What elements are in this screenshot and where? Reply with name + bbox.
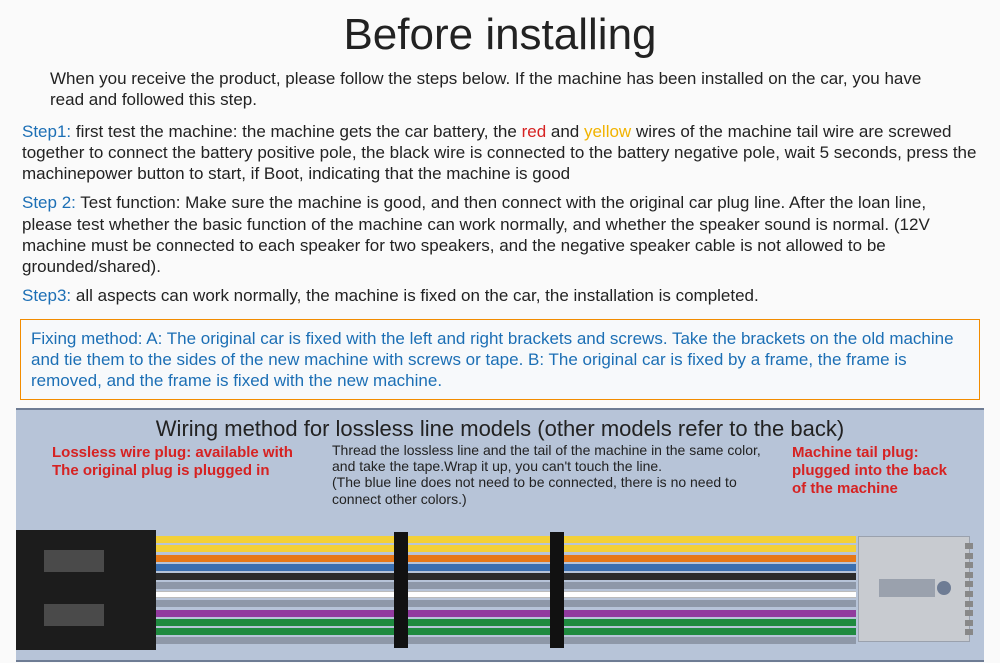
wire-line — [156, 637, 856, 644]
wire-line — [156, 591, 856, 598]
wire-line — [156, 600, 856, 607]
fixing-method-box: Fixing method: A: The original car is fi… — [20, 319, 980, 401]
wire-line — [156, 536, 856, 543]
step-3-label: Step3: — [22, 286, 71, 305]
step-3-text: all aspects can work normally, the machi… — [71, 286, 759, 305]
pin-icon — [965, 610, 973, 616]
pin-icon — [965, 553, 973, 559]
pin-icon — [965, 543, 973, 549]
step-1-text-a: first test the machine: the machine gets… — [71, 122, 521, 141]
wire-line — [156, 545, 856, 552]
step-2-label: Step 2: — [22, 193, 76, 212]
plug-slot-icon — [44, 604, 104, 626]
wiring-title: Wiring method for lossless line models (… — [16, 414, 984, 442]
tape-band-icon — [550, 532, 564, 648]
wire-line — [156, 573, 856, 580]
pin-icon — [965, 591, 973, 597]
plug-left-icon — [16, 530, 156, 650]
step-2-text: Test function: Make sure the machine is … — [22, 193, 930, 276]
intro-text: When you receive the product, please fol… — [0, 64, 1000, 119]
wire-line — [156, 628, 856, 635]
fixing-method-text: Fixing method: A: The original car is fi… — [31, 329, 954, 391]
plug-pins — [965, 541, 971, 637]
wiring-label-right: Machine tail plug: plugged into the back… — [792, 444, 964, 498]
plug-right-icon — [858, 536, 970, 642]
pin-icon — [965, 629, 973, 635]
step-1-red: red — [522, 122, 547, 141]
pin-icon — [965, 601, 973, 607]
pin-icon — [965, 581, 973, 587]
wiring-panel: Wiring method for lossless line models (… — [16, 408, 984, 662]
step-1-text-b: and — [546, 122, 584, 141]
wire-line — [156, 619, 856, 626]
wiring-label-mid: Thread the lossless line and the tail of… — [332, 442, 786, 506]
wire-line — [156, 582, 856, 589]
wire-line — [156, 555, 856, 562]
wire-bundle — [156, 534, 856, 646]
wire-line — [156, 564, 856, 571]
plug-knob-icon — [937, 581, 951, 595]
pin-icon — [965, 572, 973, 578]
pin-icon — [965, 620, 973, 626]
wire-line — [156, 610, 856, 617]
plug-handle-icon — [879, 579, 935, 597]
step-1-yellow: yellow — [584, 122, 631, 141]
document-page: Before installing When you receive the p… — [0, 0, 1000, 663]
wiring-labels: Lossless wire plug: available with The o… — [16, 442, 984, 502]
step-3: Step3: all aspects can work normally, th… — [0, 283, 1000, 312]
pin-icon — [965, 562, 973, 568]
wiring-diagram — [16, 530, 984, 660]
wiring-label-left: Lossless wire plug: available with The o… — [52, 444, 332, 480]
step-1-label: Step1: — [22, 122, 71, 141]
step-1: Step1: first test the machine: the machi… — [0, 119, 1000, 191]
plug-slot-icon — [44, 550, 104, 572]
page-title: Before installing — [0, 0, 1000, 64]
tape-band-icon — [394, 532, 408, 648]
step-2: Step 2: Test function: Make sure the mac… — [0, 190, 1000, 283]
